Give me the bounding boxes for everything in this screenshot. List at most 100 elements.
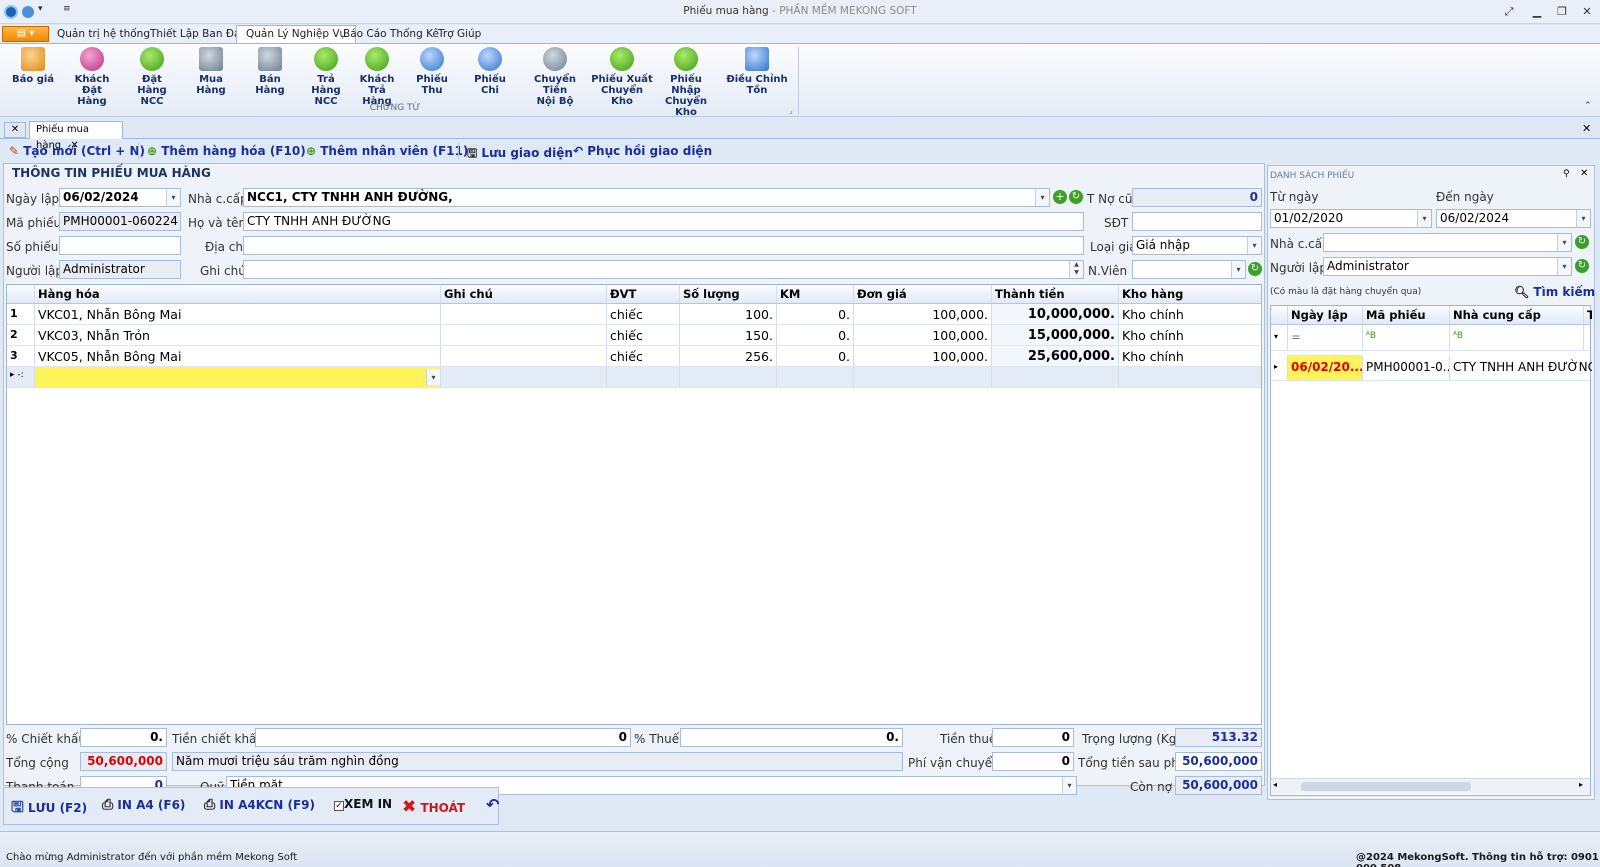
ghi-chu-field[interactable]: ▲ ▼	[243, 260, 1084, 279]
col-ma-phieu[interactable]: Mã phiếu	[1363, 306, 1450, 324]
col-ngay-lap[interactable]: Ngày lập	[1288, 306, 1363, 324]
scroll-thumb[interactable]	[1301, 782, 1471, 791]
col-don-gia[interactable]: Đơn giá	[854, 285, 992, 303]
col-dvt[interactable]: ĐVT	[607, 285, 680, 303]
loai-gia-select[interactable]: Giá nhập ▾	[1132, 236, 1262, 255]
chuyen-tien-button[interactable]: Chuyển Tiền Nội Bộ	[522, 47, 588, 107]
pin-icon[interactable]: ⚲	[1563, 169, 1570, 179]
col-km[interactable]: KM	[777, 285, 854, 303]
close-document-icon[interactable]: ✕	[1582, 122, 1591, 135]
den-ngay-field[interactable]: 06/02/2024 ▾	[1436, 209, 1591, 228]
tien-thue-field[interactable]: 0	[992, 728, 1074, 747]
chevron-down-icon[interactable]: ▾	[166, 189, 180, 206]
new-item-select[interactable]: ▾	[35, 367, 441, 387]
print-a4kcn-button[interactable]: ⎙ IN A4KCN (F9)	[204, 797, 315, 813]
chevron-down-icon[interactable]: ▾	[1557, 258, 1571, 275]
col-ghi-chu[interactable]: Ghi chú	[441, 285, 607, 303]
add-goods-button[interactable]: ⊕ Thêm hàng hóa (F10)	[147, 144, 306, 158]
spin-icon[interactable]: ▲ ▼	[1069, 261, 1083, 278]
horizontal-scrollbar[interactable]: ◂ ▸	[1271, 778, 1590, 794]
rp-nha-ccap-select[interactable]: ▾	[1323, 233, 1572, 252]
dia-chi-field[interactable]	[243, 236, 1084, 255]
print-a4-button[interactable]: ⎙ IN A4 (F6)	[102, 797, 185, 813]
restore-layout-button[interactable]: ↶ Phục hồi giao diện	[573, 144, 712, 158]
chevron-down-icon[interactable]: ▾	[1576, 210, 1590, 227]
undo-button[interactable]: ↶	[486, 795, 499, 814]
col-t[interactable]: T	[1584, 306, 1592, 324]
save-button[interactable]: 🖫 LƯU (F2)	[11, 797, 87, 822]
tab-tro-giup[interactable]: Trợ Giúp	[438, 28, 481, 40]
chevron-down-icon[interactable]: ▾	[1062, 777, 1076, 794]
chevron-down-icon[interactable]: ▾	[1231, 261, 1245, 278]
table-row[interactable]: 2 VKC03, Nhẫn Trỏn chiếc 150. 0. 100,000…	[7, 325, 1261, 346]
phieu-nhap-button[interactable]: Phiếu Nhập Chuyển Kho	[654, 47, 718, 118]
col-kho-hang[interactable]: Kho hàng	[1119, 285, 1263, 303]
scroll-right-icon[interactable]: ▸	[1579, 780, 1583, 789]
sdt-field[interactable]	[1132, 212, 1262, 231]
file-menu-button[interactable]: ▤ ▾	[2, 26, 49, 42]
refresh-icon[interactable]: ↻	[1248, 262, 1262, 276]
nvien-select[interactable]: ▾	[1132, 260, 1246, 279]
refresh-icon[interactable]: ↻	[1069, 190, 1083, 204]
dieu-chinh-ton-button[interactable]: Điều Chỉnh Tồn	[718, 47, 796, 101]
tab-phieu-mua-hang[interactable]: Phiếu mua hàng ✕	[29, 121, 123, 151]
tab-thiet-lap[interactable]: Thiết Lập Ban Đầu	[150, 28, 247, 40]
so-phieu-field[interactable]	[59, 236, 181, 255]
chevron-down-icon[interactable]: ▾	[1417, 210, 1431, 227]
col-nha-cung-cap[interactable]: Nhà cung cấp	[1450, 306, 1584, 324]
pct-ck-field[interactable]: 0.	[80, 728, 167, 747]
save-layout-button[interactable]: 🖫 Lưu giao diện	[467, 144, 573, 165]
tu-ngay-field[interactable]: 01/02/2020 ▾	[1270, 209, 1432, 228]
bao-gia-button[interactable]: Báo giá	[8, 47, 58, 101]
close-panel-icon[interactable]: ✕	[1580, 168, 1588, 179]
preview-checkbox[interactable]: ✓XEM IN	[334, 797, 392, 811]
scroll-left-icon[interactable]: ◂	[1273, 780, 1277, 789]
col-thanh-tien[interactable]: Thành tiền	[992, 285, 1119, 303]
chevron-down-icon[interactable]: ▾	[426, 369, 440, 385]
close-all-tabs-icon[interactable]: ✕	[4, 122, 26, 138]
add-staff-button[interactable]: ⊕ Thêm nhân viên (F11)	[306, 144, 468, 158]
ho-ten-field[interactable]: CTY TNHH ANH ĐƯỜNG	[243, 212, 1084, 231]
search-button[interactable]: 🔍︎ Tìm kiếm	[1514, 285, 1595, 299]
new-button[interactable]: ✎ Tạo mới (Ctrl + N)	[9, 144, 145, 158]
exit-button[interactable]: ✖ THOÁT	[402, 797, 465, 817]
col-so-luong[interactable]: Số lượng	[680, 285, 777, 303]
tab-quan-tri[interactable]: Quản trị hệ thống	[57, 28, 150, 40]
khach-tra-hang-button[interactable]: Khách Trả Hàng	[352, 47, 402, 107]
refresh-icon[interactable]: ↻	[1575, 259, 1589, 273]
rp-nguoi-lap-select[interactable]: Administrator ▾	[1323, 257, 1572, 276]
ban-hang-button[interactable]: Bán Hàng	[244, 47, 296, 101]
mua-hang-button[interactable]: Mua Hàng	[185, 47, 237, 101]
ngay-lap-field[interactable]: 06/02/2024 ▾	[59, 188, 181, 207]
close-window-button[interactable]: ✕	[1578, 4, 1596, 19]
col-hang-hoa[interactable]: Hàng hóa	[35, 285, 441, 303]
chevron-down-icon[interactable]: ▾	[1035, 189, 1049, 206]
chevron-down-icon[interactable]: ▾	[1557, 234, 1571, 251]
dat-hang-ncc-button[interactable]: Đặt Hàng NCC	[126, 47, 178, 107]
filter-contains-icon[interactable]: ᴬB	[1450, 325, 1584, 350]
tra-hang-ncc-button[interactable]: Trả Hàng NCC	[302, 47, 350, 107]
table-row[interactable]: 1 VKC01, Nhẫn Bông Mai chiếc 100. 0. 100…	[7, 304, 1261, 325]
list-item[interactable]: ▸ 06/02/20... PMH00001-0... CTY TNHH ANH…	[1271, 355, 1592, 381]
collapse-ribbon-icon[interactable]: ⌃	[1584, 101, 1592, 111]
refresh-icon[interactable]: ↻	[1575, 235, 1589, 249]
maximize-button[interactable]: ❐	[1553, 4, 1571, 19]
tab-quan-ly-nghiep-vu[interactable]: Quản Lý Nghiệp Vụ	[236, 25, 357, 44]
minimize-button[interactable]: ▁	[1528, 4, 1546, 19]
filter-icon[interactable]: ▾	[1271, 325, 1288, 350]
nha-ccap-field[interactable]: NCC1, CTY TNHH ANH ĐƯỜNG, ▾	[243, 188, 1050, 207]
phi-vc-field[interactable]: 0	[992, 752, 1074, 771]
tien-ck-field[interactable]: 0	[255, 728, 631, 747]
checkbox-checked-icon[interactable]: ✓	[334, 801, 344, 811]
chevron-down-icon[interactable]: ▾	[1247, 237, 1261, 254]
tab-bao-cao[interactable]: Báo Cáo Thống Kê	[343, 28, 439, 40]
phieu-chi-button[interactable]: Phiếu Chi	[464, 47, 516, 101]
new-row[interactable]: ▸ -: ▾	[7, 367, 1261, 388]
phieu-xuat-button[interactable]: Phiếu Xuất Chuyển Kho	[590, 47, 654, 107]
filter-contains-icon[interactable]: ᴬB	[1363, 325, 1450, 350]
khach-dat-hang-button[interactable]: Khách Đặt Hàng	[66, 47, 118, 107]
pct-thue-field[interactable]: 0.	[680, 728, 903, 747]
filter-date[interactable]: =	[1288, 325, 1363, 350]
phieu-thu-button[interactable]: Phiếu Thu	[406, 47, 458, 101]
table-row[interactable]: 3 VKC05, Nhẫn Bông Mai chiếc 256. 0. 100…	[7, 346, 1261, 367]
